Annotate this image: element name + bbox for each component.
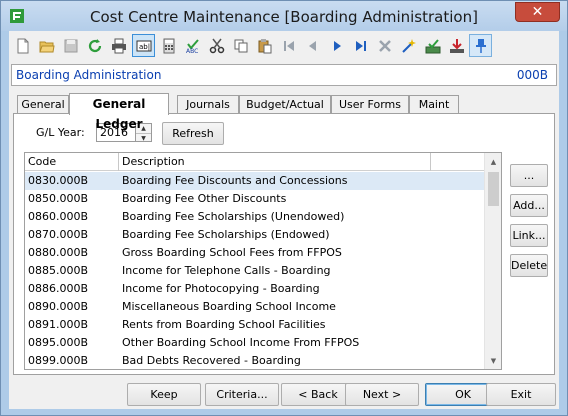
application-window: Cost Centre Maintenance [Boarding Admini… — [0, 0, 568, 416]
wizard-icon[interactable] — [397, 34, 420, 57]
table-row[interactable]: 0860.000B Boarding Fee Scholarships (Unen… — [25, 208, 485, 226]
scroll-thumb[interactable] — [488, 172, 499, 206]
cell-code: 0850.000B — [28, 192, 89, 205]
refresh-icon[interactable] — [83, 34, 106, 57]
delete-icon[interactable] — [373, 34, 396, 57]
scroll-down-icon[interactable]: ▼ — [485, 352, 501, 369]
column-header-code[interactable]: Code — [25, 153, 119, 171]
add-button[interactable]: Add... — [510, 194, 548, 217]
cell-description: Gross Boarding School Fees from FFPOS — [122, 246, 342, 259]
table-row[interactable]: 0885.000B Income for Telephone Calls - Bo… — [25, 262, 485, 280]
back-button[interactable]: < Back — [281, 383, 355, 406]
last-record-icon[interactable] — [349, 34, 372, 57]
table-row[interactable]: 0886.000B Income for Photocopying - Board… — [25, 280, 485, 298]
table-row[interactable]: 0890.000B Miscellaneous Boarding School I… — [25, 298, 485, 316]
title-bar[interactable]: Cost Centre Maintenance [Boarding Admini… — [1, 1, 567, 31]
tab-user-forms[interactable]: User Forms — [331, 95, 409, 114]
record-header: Boarding Administration 000B — [11, 64, 557, 86]
svg-text:ABC: ABC — [186, 48, 198, 54]
first-record-icon[interactable] — [277, 34, 300, 57]
refresh-button[interactable]: Refresh — [162, 122, 224, 145]
download-icon[interactable] — [445, 34, 468, 57]
copy-icon[interactable] — [229, 34, 252, 57]
pin-icon[interactable] — [469, 34, 492, 57]
calculator-icon[interactable] — [157, 34, 180, 57]
table-row[interactable]: 0850.000B Boarding Fee Other Discounts — [25, 190, 485, 208]
toolbar: ab| ABC — [9, 31, 559, 61]
column-header-description[interactable]: Description — [119, 153, 431, 171]
cell-code: 0860.000B — [28, 210, 89, 223]
link-button[interactable]: Link... — [510, 224, 548, 247]
delete-button[interactable]: Delete — [510, 254, 548, 277]
general-ledger-panel: G/L Year: 2016 ▲ ▼ Refresh Code Descript… — [13, 113, 555, 375]
window-title: Cost Centre Maintenance [Boarding Admini… — [90, 8, 478, 26]
cell-code: 0890.000B — [28, 300, 89, 313]
svg-text:ab|: ab| — [139, 43, 150, 51]
save-icon[interactable] — [59, 34, 82, 57]
cell-description: Income for Telephone Calls - Boarding — [122, 264, 331, 277]
cell-description: Income for Photocopying - Boarding — [122, 282, 320, 295]
cell-description: Boarding Fee Discounts and Concessions — [122, 174, 348, 187]
criteria-button[interactable]: Criteria... — [205, 383, 279, 406]
exit-button[interactable]: Exit — [486, 383, 556, 406]
next-record-icon[interactable] — [325, 34, 348, 57]
print-icon[interactable] — [107, 34, 130, 57]
cell-code: 0895.000B — [28, 336, 89, 349]
cell-code: 0870.000B — [28, 228, 89, 241]
cell-description: Miscellaneous Boarding School Income — [122, 300, 336, 313]
approve-icon[interactable] — [421, 34, 444, 57]
grid-vertical-scrollbar[interactable]: ▲ ▼ — [484, 153, 501, 369]
table-row[interactable]: 0830.000B Boarding Fee Discounts and Conc… — [25, 172, 485, 190]
table-row[interactable]: 0870.000B Boarding Fee Scholarships (Endo… — [25, 226, 485, 244]
tab-budget-actual[interactable]: Budget/Actual — [239, 95, 331, 114]
cell-description: Other Boarding School Income From FFPOS — [122, 336, 360, 349]
cell-description: Boarding Fee Scholarships (Endowed) — [122, 228, 330, 241]
cell-code: 0891.000B — [28, 318, 89, 331]
gl-year-label: G/L Year: — [36, 126, 85, 139]
more-button[interactable]: ... — [510, 164, 548, 187]
account-grid: Code Description 0830.000B Boarding Fee D… — [24, 152, 502, 370]
next-button[interactable]: Next > — [345, 383, 419, 406]
client-area: ab| ABC Boarding Administration 000B Gen… — [9, 31, 559, 409]
spin-down-icon[interactable]: ▼ — [136, 133, 151, 142]
grid-header: Code Description — [25, 153, 485, 171]
cell-code: 0899.000B — [28, 354, 89, 367]
scroll-up-icon[interactable]: ▲ — [485, 153, 501, 170]
cell-code: 0886.000B — [28, 282, 89, 295]
spellcheck-icon[interactable]: ABC — [181, 34, 204, 57]
tab-general-ledger[interactable]: General Ledger — [69, 93, 169, 131]
text-field-icon[interactable]: ab| — [132, 34, 155, 57]
table-row[interactable]: 0891.000B Rents from Boarding School Faci… — [25, 316, 485, 334]
open-folder-icon[interactable] — [35, 34, 58, 57]
cell-description: Bad Debts Recovered - Boarding — [122, 354, 301, 367]
cell-code: 0880.000B — [28, 246, 89, 259]
new-icon[interactable] — [11, 34, 34, 57]
tab-journals[interactable]: Journals — [177, 95, 239, 114]
table-row[interactable]: 0880.000B Gross Boarding School Fees from… — [25, 244, 485, 262]
cell-description: Boarding Fee Scholarships (Unendowed) — [122, 210, 345, 223]
cell-code: 0885.000B — [28, 264, 89, 277]
record-code: 000B — [516, 68, 548, 82]
previous-record-icon[interactable] — [301, 34, 324, 57]
cell-description: Boarding Fee Other Discounts — [122, 192, 287, 205]
table-row[interactable]: 0899.000B Bad Debts Recovered - Boarding — [25, 352, 485, 369]
tab-maint[interactable]: Maint — [409, 95, 459, 114]
cell-description: Rents from Boarding School Facilities — [122, 318, 326, 331]
cell-code: 0830.000B — [28, 174, 89, 187]
tab-strip: General General Ledger Journals Budget/A… — [17, 93, 557, 131]
table-row[interactable]: 0895.000B Other Boarding School Income Fr… — [25, 334, 485, 352]
cut-icon[interactable] — [205, 34, 228, 57]
record-title: Boarding Administration — [16, 68, 162, 82]
tab-general[interactable]: General — [17, 95, 69, 114]
close-button[interactable]: ✕ — [515, 2, 560, 22]
paste-icon[interactable] — [253, 34, 276, 57]
keep-button[interactable]: Keep — [127, 383, 201, 406]
